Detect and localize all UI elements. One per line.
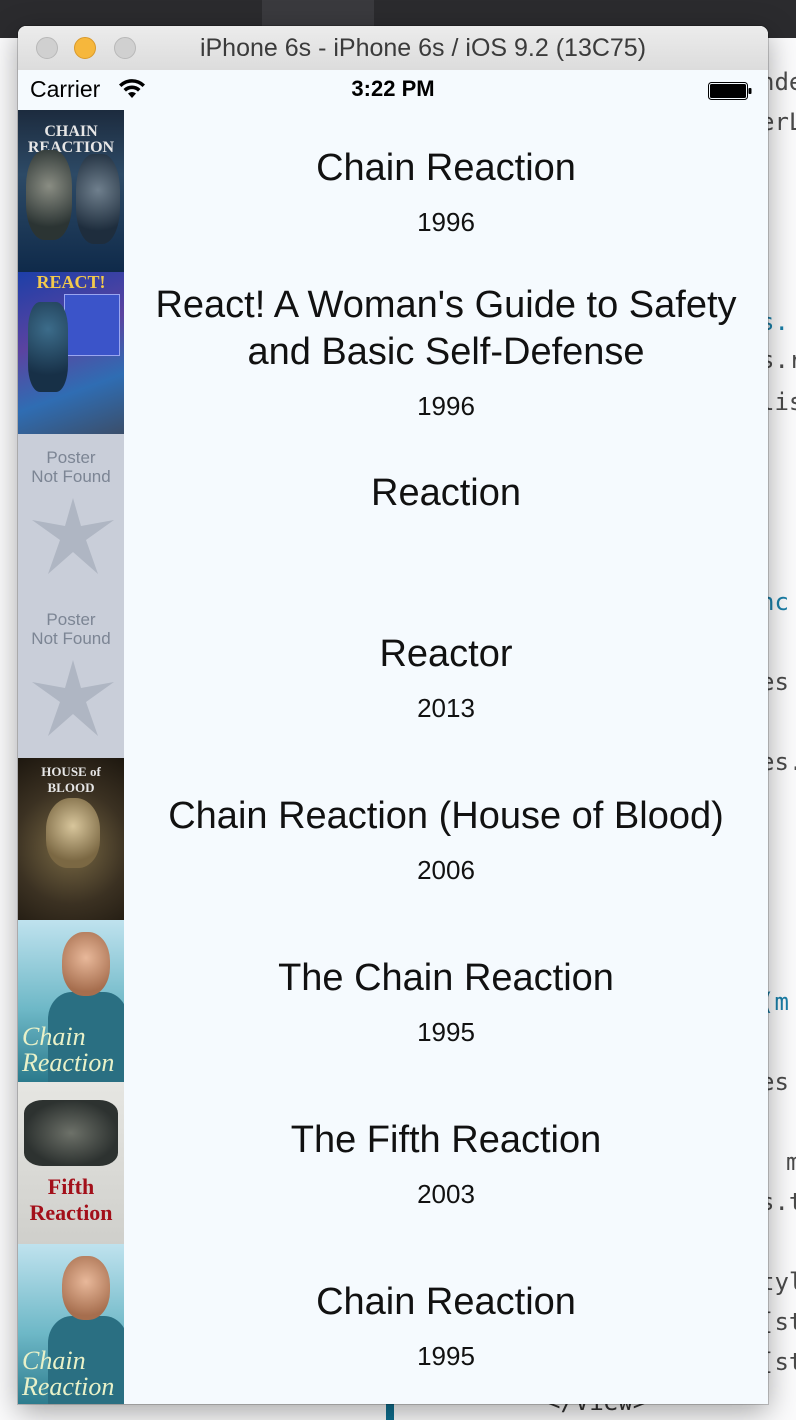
poster-caption: Fifth Reaction: [29, 1174, 113, 1225]
poster-placeholder-text: Poster Not Found: [31, 448, 111, 486]
movie-year: 2006: [417, 854, 475, 885]
poster-placeholder-text: Poster Not Found: [31, 610, 111, 648]
movie-year: 1995: [417, 1340, 475, 1371]
movie-info: The Fifth Reaction 2003: [124, 1082, 768, 1244]
movie-title: Chain Reaction: [316, 1280, 576, 1323]
poster-not-found: Poster Not Found: [18, 596, 124, 758]
list-item[interactable]: CHAIN REACTION Chain Reaction 1996: [18, 110, 768, 272]
list-item[interactable]: Poster Not Found Reactor 2013: [18, 596, 768, 758]
movie-title: Chain Reaction (House of Blood): [168, 794, 724, 837]
movie-title: Reaction: [371, 472, 521, 514]
poster-caption: Chain Reaction: [22, 1346, 115, 1401]
window-title: iPhone 6s - iPhone 6s / iOS 9.2 (13C75): [199, 34, 647, 62]
chain-reaction-teen-poster: Chain Reaction: [18, 920, 124, 1082]
ios-status-bar: Carrier 3:22 PM: [18, 70, 768, 110]
window-titlebar[interactable]: iPhone 6s - iPhone 6s / iOS 9.2 (13C75): [18, 26, 768, 71]
fifth-reaction-poster: Fifth Reaction: [18, 1082, 124, 1244]
react-poster: REACT!: [18, 272, 124, 434]
movie-info: Chain Reaction 1996: [124, 110, 768, 272]
movie-info: The Chain Reaction 1995: [124, 920, 768, 1082]
movie-info: React! A Woman's Guide to Safety and Bas…: [124, 272, 768, 434]
poster-caption: REACT!: [36, 272, 106, 292]
placeholder-icon: [32, 498, 114, 574]
house-of-blood-poster: HOUSE of BLOOD: [18, 758, 124, 920]
movie-info: Reactor 2013: [124, 596, 768, 758]
poster-caption: HOUSE of BLOOD: [41, 764, 101, 795]
code-fragment: m: [786, 1148, 796, 1176]
list-item[interactable]: Fifth Reaction The Fifth Reaction 2003: [18, 1082, 768, 1244]
list-item[interactable]: Chain Reaction Chain Reaction 1995: [18, 1244, 768, 1404]
movie-year: 2013: [417, 692, 475, 723]
poster-caption: CHAIN REACTION: [27, 123, 115, 156]
movie-info: Chain Reaction 1995: [124, 1244, 768, 1404]
movie-list[interactable]: CHAIN REACTION Chain Reaction 1996 REACT…: [18, 110, 768, 1404]
movie-year: 1996: [417, 206, 475, 237]
list-item[interactable]: Chain Reaction The Chain Reaction 1995: [18, 920, 768, 1082]
chain-reaction-poster: CHAIN REACTION: [18, 110, 124, 272]
movie-info: Chain Reaction (House of Blood) 2006: [124, 758, 768, 920]
poster-not-found: Poster Not Found: [18, 434, 124, 596]
battery-icon: [708, 82, 752, 100]
movie-year: 2003: [417, 1178, 475, 1209]
chain-reaction-teen-poster: Chain Reaction: [18, 1244, 124, 1404]
movie-title: Reactor: [379, 632, 513, 675]
movie-year: 1996: [417, 391, 475, 421]
movie-title: The Fifth Reaction: [290, 1118, 602, 1161]
movie-title: React! A Woman's Guide to Safety and Bas…: [155, 284, 737, 373]
list-item[interactable]: Poster Not Found Reaction: [18, 434, 768, 596]
placeholder-icon: [32, 660, 114, 736]
list-item[interactable]: REACT! React! A Woman's Guide to Safety …: [18, 272, 768, 434]
movie-title: The Chain Reaction: [278, 956, 614, 999]
movie-year: 1995: [417, 1016, 475, 1047]
status-time: 3:22 PM: [351, 76, 435, 101]
movie-title: Chain Reaction: [316, 146, 576, 189]
list-item[interactable]: HOUSE of BLOOD Chain Reaction (House of …: [18, 758, 768, 920]
movie-info: Reaction: [124, 434, 768, 596]
poster-caption: Chain Reaction: [22, 1022, 115, 1077]
simulator-window: iPhone 6s - iPhone 6s / iOS 9.2 (13C75) …: [18, 26, 768, 1404]
